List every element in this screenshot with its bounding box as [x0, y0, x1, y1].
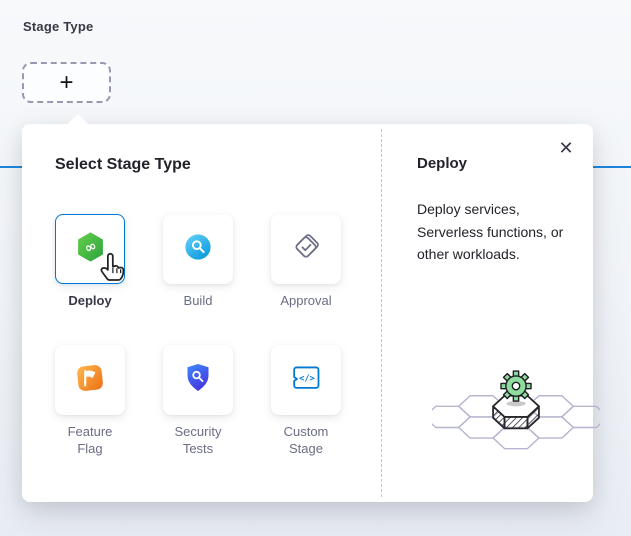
- stage-type-list-panel: Select Stage Type ∞ Deploy Build: [22, 124, 381, 502]
- close-icon[interactable]: ✕: [553, 135, 579, 161]
- svg-text:</>: </>: [299, 374, 315, 384]
- stage-item-custom-stage: </> Custom Stage: [271, 345, 341, 457]
- stage-card-security-tests[interactable]: [163, 345, 233, 415]
- build-ci-icon: [183, 232, 213, 267]
- stage-card-build[interactable]: [163, 214, 233, 284]
- stage-type-label: Stage Type: [23, 19, 93, 34]
- popover-title: Select Stage Type: [55, 156, 381, 174]
- custom-stage-icon: </>: [290, 364, 322, 397]
- detail-description: Deploy services, Serverless functions, o…: [417, 198, 569, 266]
- stage-card-feature-flag[interactable]: [55, 345, 125, 415]
- pipeline-canvas: Stage Type + Select Stage Type ∞ Deploy: [0, 0, 631, 536]
- stage-item-approval: Approval: [271, 214, 341, 309]
- stage-item-deploy: ∞ Deploy: [55, 214, 125, 309]
- stage-grid: ∞ Deploy Build Approval: [55, 214, 381, 457]
- feature-flag-icon: [75, 363, 105, 398]
- stage-card-label: Approval: [280, 293, 331, 309]
- stage-card-label: Build: [184, 293, 213, 309]
- deploy-hexagon-icon: ∞: [75, 231, 106, 268]
- plus-icon: +: [59, 71, 73, 95]
- security-shield-icon: [183, 362, 213, 398]
- add-stage-button[interactable]: +: [22, 62, 111, 103]
- detail-title: Deploy: [417, 155, 569, 172]
- stage-card-deploy[interactable]: ∞: [55, 214, 125, 284]
- stage-card-label: Feature Flag: [55, 424, 125, 457]
- stage-item-build: Build: [163, 214, 233, 309]
- approval-check-icon: [290, 231, 322, 268]
- stage-item-security-tests: Security Tests: [163, 345, 233, 457]
- stage-card-approval[interactable]: [271, 214, 341, 284]
- stage-item-feature-flag: Feature Flag: [55, 345, 125, 457]
- hexagon-platform-gear-illustration: [432, 364, 600, 461]
- stage-card-label: Custom Stage: [271, 424, 341, 457]
- stage-card-label: Deploy: [68, 293, 111, 309]
- select-stage-popover: Select Stage Type ∞ Deploy Build: [22, 124, 593, 502]
- stage-card-label: Security Tests: [163, 424, 233, 457]
- stage-card-custom-stage[interactable]: </>: [271, 345, 341, 415]
